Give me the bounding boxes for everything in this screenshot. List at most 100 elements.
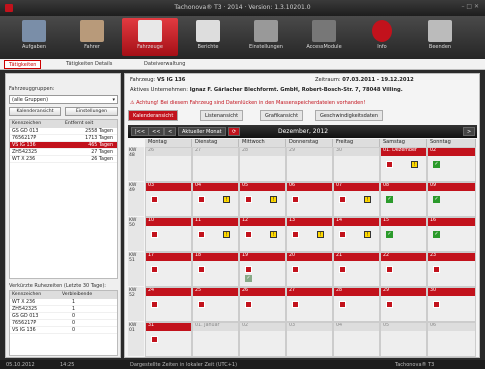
tab-geschwindigkeitsdaten[interactable]: Geschwindigkeitsdaten [315, 110, 384, 121]
toolbar-aufgaben-button[interactable]: Aufgaben [6, 18, 62, 56]
current-month-button[interactable]: Aktueller Monat [178, 127, 226, 136]
calendar-day-cell[interactable]: 06 [286, 182, 333, 217]
toolbar-fahrer-button[interactable]: Fahrer [64, 18, 120, 56]
table-row-selected[interactable]: VS IG 136 465 Tagen [10, 142, 117, 149]
warning-icon[interactable]: ! [270, 231, 277, 238]
tab-dateiverwaltung[interactable]: Dateiverwaltung [140, 60, 189, 69]
calendar-day-cell[interactable]: 30 [333, 147, 380, 182]
activity-marker-icon[interactable] [151, 231, 158, 238]
ok-check-icon[interactable]: ✓ [433, 161, 440, 168]
activity-marker-icon[interactable] [245, 196, 252, 203]
settings-button[interactable]: Einstellungen [65, 107, 118, 116]
activity-marker-icon[interactable] [245, 301, 252, 308]
activity-marker-icon[interactable] [292, 301, 299, 308]
calendar-day-cell[interactable]: 07! [333, 182, 380, 217]
calendar-day-cell[interactable]: 05! [239, 182, 286, 217]
toolbar-beenden-button[interactable]: Beenden [412, 18, 468, 56]
activity-marker-icon[interactable] [339, 231, 346, 238]
first-month-button[interactable]: |<< [131, 127, 150, 136]
calendar-day-cell[interactable]: 28 [239, 147, 286, 182]
ok-check-icon[interactable]: ✓ [433, 231, 440, 238]
toolbar-einstellungen-button[interactable]: Einstellungen [238, 18, 294, 56]
activity-marker-icon[interactable] [198, 266, 205, 273]
activity-marker-icon[interactable] [433, 266, 440, 273]
calendar-day-cell[interactable]: 16 ✓ [427, 217, 476, 252]
table-row[interactable]: VS IG 136 0 [10, 327, 117, 334]
tab-kalenderansicht[interactable]: Kalenderansicht [128, 110, 179, 121]
check-icon[interactable]: ✓ [245, 275, 252, 282]
activity-marker-icon[interactable] [433, 301, 440, 308]
calendar-day-cell[interactable]: 02 ✓ [427, 147, 476, 182]
tab-taetigkeiten-details[interactable]: Tätigkeiten Details [62, 60, 116, 69]
calendar-day-cell[interactable]: 18 [192, 252, 239, 287]
activity-marker-icon[interactable] [386, 161, 393, 168]
warning-icon[interactable]: ! [411, 161, 418, 168]
calendar-day-cell[interactable]: 23 [427, 252, 476, 287]
activity-marker-icon[interactable] [151, 301, 158, 308]
table-row[interactable]: ZH542325 1 [10, 306, 117, 313]
tab-taetigkeiten[interactable]: Tätigkeiten [4, 60, 42, 69]
ok-check-icon[interactable]: ✓ [386, 196, 393, 203]
activity-marker-icon[interactable] [198, 301, 205, 308]
activity-marker-icon[interactable] [198, 231, 205, 238]
table-row[interactable]: GS GD 013 2558 Tagen [10, 128, 117, 135]
ok-check-icon[interactable]: ✓ [386, 231, 393, 238]
tab-listenansicht[interactable]: Listenansicht [200, 110, 244, 121]
activity-marker-icon[interactable] [151, 336, 158, 343]
calendar-day-cell[interactable]: 13! [286, 217, 333, 252]
table-row[interactable]: WT X 236 26 Tagen [10, 156, 117, 163]
calendar-day-cell[interactable]: 31 [145, 322, 192, 357]
calendar-day-cell[interactable]: 19 ✓ [239, 252, 286, 287]
calendar-day-cell[interactable]: 25 [192, 287, 239, 322]
activity-marker-icon[interactable] [292, 266, 299, 273]
calendar-day-cell[interactable]: 21 [333, 252, 380, 287]
calendar-day-cell[interactable]: 03 [145, 182, 192, 217]
toolbar-fahrzeuge-button[interactable]: Fahrzeuge [122, 18, 178, 56]
activity-marker-icon[interactable] [386, 301, 393, 308]
activity-marker-icon[interactable] [151, 196, 158, 203]
activity-marker-icon[interactable] [151, 266, 158, 273]
toolbar-info-button[interactable]: Info [354, 18, 410, 56]
calendar-day-cell[interactable]: 11! [192, 217, 239, 252]
calendar-day-cell[interactable]: 04 [333, 322, 380, 357]
calendar-day-cell[interactable]: 03 [286, 322, 333, 357]
calendar-day-cell[interactable]: 28 [333, 287, 380, 322]
table-row[interactable]: 7656217P 0 [10, 320, 117, 327]
next-month-button[interactable]: > [463, 127, 476, 136]
calendar-day-cell[interactable]: 09 ✓ [427, 182, 476, 217]
ok-check-icon[interactable]: ✓ [433, 196, 440, 203]
table-row[interactable]: WT X 236 1 [10, 299, 117, 306]
warning-icon[interactable]: ! [223, 196, 230, 203]
calendar-day-cell[interactable]: 20 [286, 252, 333, 287]
calendar-day-cell[interactable]: 01. Januar [192, 322, 239, 357]
calendar-day-cell[interactable]: 24 [145, 287, 192, 322]
window-controls[interactable]: – □ ✕ [461, 3, 479, 10]
calendar-day-cell[interactable]: 27 [192, 147, 239, 182]
calendar-day-cell[interactable]: 29 [380, 287, 427, 322]
activity-marker-icon[interactable] [339, 266, 346, 273]
warning-icon[interactable]: ! [317, 231, 324, 238]
calendar-view-button[interactable]: Kalenderansicht [9, 107, 61, 116]
activity-marker-icon[interactable] [339, 301, 346, 308]
calendar-day-cell[interactable]: 04! [192, 182, 239, 217]
prev-year-button[interactable]: << [148, 127, 165, 136]
group-select[interactable]: (alle Gruppen) ▾ [9, 95, 118, 104]
refresh-icon[interactable]: ⟳ [228, 127, 241, 136]
activity-marker-icon[interactable] [292, 231, 299, 238]
calendar-day-cell[interactable]: 15 ✓ [380, 217, 427, 252]
activity-marker-icon[interactable] [292, 196, 299, 203]
calendar-day-cell[interactable]: 26 [239, 287, 286, 322]
table-row[interactable]: ZH542325 27 Tagen [10, 149, 117, 156]
warning-icon[interactable]: ! [364, 231, 371, 238]
calendar-day-cell[interactable]: 30 [427, 287, 476, 322]
calendar-day-cell[interactable]: 26 [145, 147, 192, 182]
calendar-day-cell[interactable]: 27 [286, 287, 333, 322]
calendar-day-cell[interactable]: 14! [333, 217, 380, 252]
calendar-day-cell[interactable]: 08 ✓ [380, 182, 427, 217]
warning-icon[interactable]: ! [270, 196, 277, 203]
warning-icon[interactable]: ! [364, 196, 371, 203]
calendar-day-cell[interactable]: 01. Dezember! [380, 147, 427, 182]
calendar-day-cell[interactable]: 10 [145, 217, 192, 252]
calendar-day-cell[interactable]: 06 [427, 322, 476, 357]
table-row[interactable]: GS GD 013 0 [10, 313, 117, 320]
